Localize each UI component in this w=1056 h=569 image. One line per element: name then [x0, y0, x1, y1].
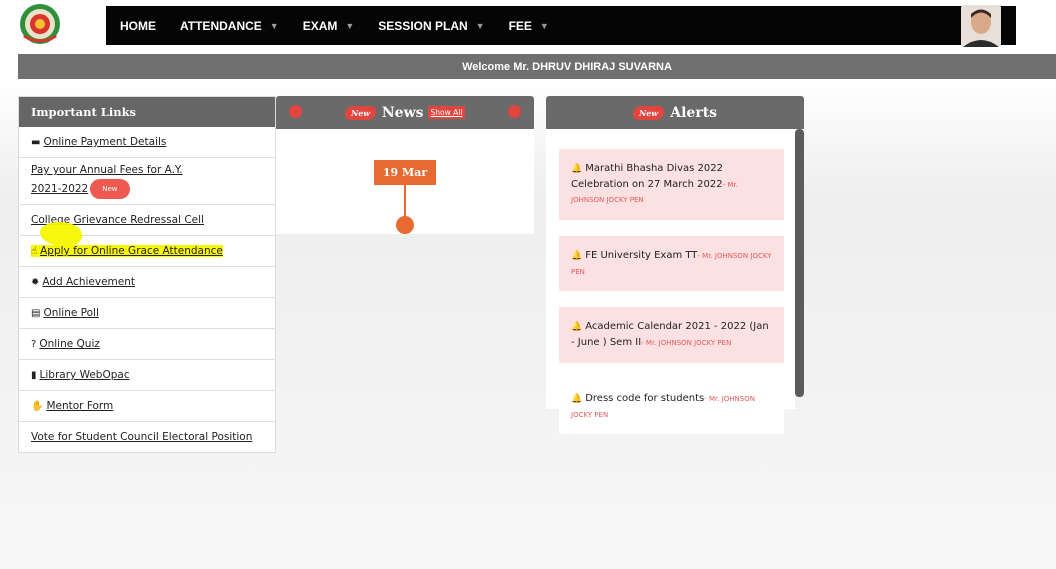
nav-label: ATTENDANCE — [180, 18, 262, 33]
news-prev-button[interactable] — [289, 105, 302, 118]
alert-item[interactable]: 🔔 Marathi Bhasha Divas 2022 Celebration o… — [559, 149, 784, 220]
important-link-item[interactable]: ✋ Mentor Form — [19, 391, 275, 422]
important-link-item[interactable]: ▮ Library WebOpac — [19, 360, 275, 391]
bell-icon: 🔔 — [571, 393, 583, 404]
alerts-scrollbar[interactable] — [795, 129, 804, 409]
important-links-panel: Important Links ▬ Online Payment Details P… — [18, 96, 276, 453]
nav-item-home[interactable]: HOME — [106, 6, 168, 45]
alert-text: FE University Exam TT — [585, 249, 698, 261]
caret-down-icon: ▼ — [269, 20, 279, 31]
important-link-label: Online Payment Details — [43, 136, 167, 148]
important-link-item[interactable]: ▤ Online Poll — [19, 298, 275, 329]
alert-item[interactable]: 🔔 Academic Calendar 2021 - 2022 (Jan - Ju… — [559, 307, 784, 363]
alerts-new-badge: New — [631, 105, 666, 120]
important-link[interactable]: ? Online Quiz — [31, 338, 100, 350]
certificate-icon: ✹ — [31, 277, 40, 288]
caret-down-icon: ▼ — [475, 20, 485, 31]
nav-label: HOME — [120, 18, 156, 33]
book-icon: ▮ — [31, 370, 37, 381]
alert-author: - Mr. JOHNSON JOCKY PEN — [641, 339, 732, 348]
timeline-line — [404, 185, 406, 217]
important-link-label: Apply for Online Grace Attendance — [40, 245, 223, 257]
important-link[interactable]: ▮ Library WebOpac — [31, 369, 130, 381]
nav-item-fee[interactable]: FEE ▼ — [497, 6, 561, 45]
nav-label: EXAM — [302, 18, 338, 33]
news-date[interactable]: 19 Mar — [374, 160, 436, 185]
news-panel: New News Show All 19 Mar — [276, 96, 534, 234]
important-link-item[interactable]: ✹ Add Achievement — [19, 267, 275, 298]
alerts-panel: New Alerts 🔔 Marathi Bhasha Divas 2022 Ce… — [546, 96, 804, 435]
poll-icon: ▤ — [31, 308, 41, 319]
news-show-all-link[interactable]: Show All — [427, 106, 466, 119]
important-link-label: Online Quiz — [39, 338, 100, 350]
important-link-label: Online Poll — [43, 307, 99, 319]
important-link-label: Library WebOpac — [39, 369, 130, 381]
important-link-label: Mentor Form — [46, 400, 114, 412]
caret-down-icon: ▼ — [539, 20, 549, 31]
nav-item-session-plan[interactable]: SESSION PLAN ▼ — [366, 6, 496, 45]
handshake-icon: ✋ — [31, 401, 44, 412]
nav-label: FEE — [508, 18, 532, 33]
important-link-item[interactable]: Pay your Annual Fees for A.Y. 2021-2022 N… — [19, 158, 275, 205]
alert-item[interactable]: 🔔 FE University Exam TT- Mr. JOHNSON JOCK… — [559, 235, 784, 292]
college-logo[interactable] — [18, 2, 62, 46]
important-link-item[interactable]: ? Online Quiz — [19, 329, 275, 360]
credit-card-icon: ▬ — [31, 137, 41, 148]
bell-icon: 🔔 — [571, 322, 583, 333]
important-link[interactable]: ✹ Add Achievement — [31, 276, 135, 288]
important-link-item[interactable]: Vote for Student Council Electoral Posit… — [19, 422, 275, 453]
important-link-label: Add Achievement — [42, 276, 135, 288]
news-title: News — [381, 104, 424, 121]
important-link[interactable]: Vote for Student Council Electoral Posit… — [31, 431, 252, 443]
important-link[interactable]: ▤ Online Poll — [31, 307, 99, 319]
alerts-scrollbar-thumb[interactable] — [795, 129, 804, 397]
news-next-button[interactable] — [508, 105, 521, 118]
alerts-title: Alerts — [670, 104, 718, 121]
bell-icon: 🔔 — [571, 164, 583, 174]
timeline-dot — [396, 216, 414, 234]
important-link-item[interactable]: ▬ Online Payment Details — [19, 127, 275, 158]
news-header: New News Show All — [276, 96, 534, 129]
hand-pointer-icon: ☝ — [31, 246, 38, 257]
alerts-header: New Alerts — [546, 96, 804, 129]
important-link[interactable]: ✋ Mentor Form — [31, 400, 113, 412]
news-new-badge: New — [343, 105, 378, 120]
important-link-label: Vote for Student Council Electoral Posit… — [31, 431, 253, 443]
welcome-banner: Welcome Mr. DHRUV DHIRAJ SUVARNA — [18, 54, 1056, 79]
important-link[interactable]: ☝ Apply for Online Grace Attendance — [31, 245, 223, 257]
alert-text: Marathi Bhasha Divas 2022 Celebration on… — [571, 163, 723, 190]
important-link[interactable]: ▬ Online Payment Details — [31, 136, 166, 148]
alert-item[interactable]: 🔔 Dress code for students- Mr. JOHNSON JO… — [559, 378, 784, 435]
nav-item-exam[interactable]: EXAM ▼ — [291, 6, 367, 45]
nav-label: SESSION PLAN — [378, 18, 468, 33]
top-navigation: HOME ATTENDANCE ▼ EXAM ▼ SESSION PLAN ▼ FEE ▼ — [106, 6, 1016, 45]
caret-down-icon: ▼ — [345, 20, 355, 31]
bell-icon: 🔔 — [571, 250, 583, 261]
important-link[interactable]: Pay your Annual Fees for A.Y. 2021-2022 N… — [31, 163, 206, 199]
user-avatar[interactable] — [961, 5, 1001, 47]
nav-item-attendance[interactable]: ATTENDANCE ▼ — [168, 6, 291, 45]
alert-text: Dress code for students — [585, 392, 705, 404]
new-badge: New — [90, 178, 130, 199]
question-icon: ? — [31, 339, 37, 350]
important-links-title: Important Links — [19, 97, 275, 127]
